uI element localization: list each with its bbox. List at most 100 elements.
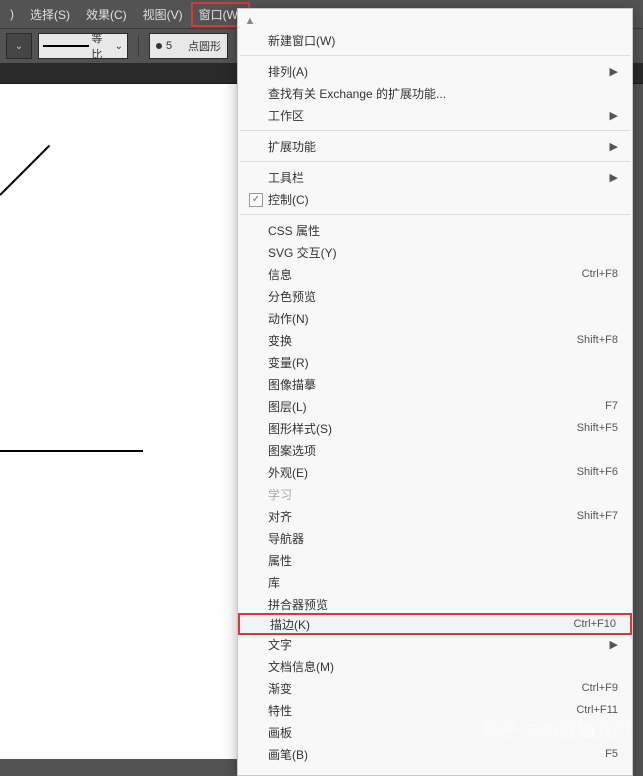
menu-entry-label: 图层(L) (268, 398, 605, 415)
chevron-down-icon: ⌄ (15, 41, 23, 52)
menu-entry[interactable]: 新建窗口(W) (238, 29, 632, 51)
menu-entry-label: 导航器 (268, 530, 618, 547)
menu-entry[interactable]: 分色预览 (238, 285, 632, 307)
menu-entry-label: 拼合器预览 (268, 596, 618, 613)
menu-entry[interactable]: 图案选项 (238, 439, 632, 461)
menu-separator (240, 130, 630, 131)
menu-entry-shortcut: Ctrl+F11 (576, 704, 618, 716)
divider (138, 35, 139, 57)
stroke-style-dropdown[interactable]: 等比 ⌄ (38, 33, 128, 59)
menu-entry[interactable]: 动作(N) (238, 307, 632, 329)
menu-entry-label: 库 (268, 574, 618, 591)
menu-entry-label: 描边(K) (270, 616, 574, 633)
menu-entry-label: 图案选项 (268, 442, 618, 459)
menu-entry[interactable]: 变换Shift+F8 (238, 329, 632, 351)
tool-dropdown-1[interactable]: ⌄ (6, 33, 32, 59)
menu-item-1[interactable]: 选择(S) (22, 2, 78, 27)
menu-entry-shortcut: Shift+F6 (577, 466, 618, 478)
menu-entry-label: 特性 (268, 702, 576, 719)
menu-entry-label: 外观(E) (268, 464, 577, 481)
menu-entry[interactable]: 特性Ctrl+F11 (238, 699, 632, 721)
menu-entry-shortcut: Shift+F7 (577, 510, 618, 522)
menu-entry-shortcut: F5 (605, 748, 618, 760)
menu-entry[interactable]: 外观(E)Shift+F6 (238, 461, 632, 483)
menu-entry[interactable]: 图层(L)F7 (238, 395, 632, 417)
menu-entry[interactable]: 变量(R) (238, 351, 632, 373)
menu-entry[interactable]: 文档信息(M) (238, 655, 632, 677)
menu-entry-label: 工具栏 (268, 169, 610, 186)
menu-entry[interactable]: ✓ 控制(C) (238, 188, 632, 210)
menu-entry-label: 学习 (268, 486, 618, 503)
canvas[interactable] (0, 84, 237, 759)
menu-entry-label: 动作(N) (268, 310, 618, 327)
submenu-arrow-icon: ▶ (610, 65, 618, 78)
menu-entry[interactable]: 拼合器预览 (238, 593, 632, 615)
menu-entry-label: 对齐 (268, 508, 577, 525)
point-dot-icon (156, 43, 162, 49)
menu-entry[interactable]: 信息Ctrl+F8 (238, 263, 632, 285)
menu-entry-label: 变量(R) (268, 354, 618, 371)
menu-entry-label: 新建窗口(W) (268, 32, 618, 49)
menu-entry-label: 图像描摹 (268, 376, 618, 393)
scroll-up-arrow[interactable]: ▲ (238, 13, 262, 29)
menu-entry-label: 变换 (268, 332, 577, 349)
menu-entry[interactable]: 描边(K)Ctrl+F10 (238, 613, 632, 635)
menu-entry-shortcut: Shift+F5 (577, 422, 618, 434)
menu-entry-label: 信息 (268, 266, 582, 283)
menu-entry[interactable]: 画板 (238, 721, 632, 743)
menu-separator (240, 55, 630, 56)
menu-separator (240, 161, 630, 162)
submenu-arrow-icon: ▶ (610, 109, 618, 122)
menu-entry[interactable]: 查找有关 Exchange 的扩展功能... (238, 82, 632, 104)
menu-item-0[interactable]: ) (2, 3, 22, 25)
menu-entry-shortcut: Ctrl+F8 (582, 268, 618, 280)
menu-entry[interactable]: 画笔(B)F5 (238, 743, 632, 765)
menu-entry[interactable]: 图像描摹 (238, 373, 632, 395)
menu-entry[interactable]: 库 (238, 571, 632, 593)
menu-entry-label: 工作区 (268, 107, 610, 124)
menu-entry-label: SVG 交互(Y) (268, 244, 618, 261)
stroke-ratio-label: 等比 (91, 30, 112, 62)
menu-entry-shortcut: Ctrl+F9 (582, 682, 618, 694)
chevron-down-icon: ⌄ (115, 41, 123, 52)
checkmark-icon: ✓ (249, 193, 263, 207)
menu-entry: 学习 (238, 483, 632, 505)
menu-entry-label: 查找有关 Exchange 的扩展功能... (268, 85, 618, 102)
menu-entry-label: 画板 (268, 724, 618, 741)
menu-entry-label: 属性 (268, 552, 618, 569)
canvas-line (0, 450, 143, 452)
menu-entry[interactable]: 文字▶ (238, 633, 632, 655)
menu-entry[interactable]: 工具栏▶ (238, 166, 632, 188)
menu-entry[interactable]: 渐变Ctrl+F9 (238, 677, 632, 699)
menu-entry-label: 画笔(B) (268, 746, 605, 763)
menu-entry[interactable]: 排列(A)▶ (238, 60, 632, 82)
check-column: ✓ (238, 191, 268, 207)
point-style-dropdown[interactable]: 5 点圆形 (149, 33, 228, 59)
point-label: 点圆形 (188, 38, 221, 54)
menu-entry-label: 渐变 (268, 680, 582, 697)
submenu-arrow-icon: ▶ (610, 171, 618, 184)
menu-entry[interactable]: CSS 属性 (238, 219, 632, 241)
menu-entry[interactable]: 导航器 (238, 527, 632, 549)
menu-item-2[interactable]: 效果(C) (78, 2, 135, 27)
menu-entry-label: 扩展功能 (268, 138, 610, 155)
menu-entry[interactable]: 对齐Shift+F7 (238, 505, 632, 527)
menu-entry-label: 图形样式(S) (268, 420, 577, 437)
menu-entry-shortcut: F7 (605, 400, 618, 412)
menu-entry[interactable]: 扩展功能▶ (238, 135, 632, 157)
menu-separator (240, 214, 630, 215)
menu-entry-label: 控制(C) (268, 191, 618, 208)
menu-entry-label: 排列(A) (268, 63, 610, 80)
menu-entry-label: 文档信息(M) (268, 658, 618, 675)
submenu-arrow-icon: ▶ (610, 638, 618, 651)
menu-item-3[interactable]: 视图(V) (135, 2, 191, 27)
stroke-line-preview (43, 45, 89, 47)
menu-entry[interactable]: 工作区▶ (238, 104, 632, 126)
canvas-line (0, 145, 50, 196)
menu-entry-label: 分色预览 (268, 288, 618, 305)
window-menu-dropdown: ▲ 新建窗口(W)排列(A)▶查找有关 Exchange 的扩展功能...工作区… (237, 8, 633, 776)
menu-entry[interactable]: SVG 交互(Y) (238, 241, 632, 263)
menu-entry[interactable]: 属性 (238, 549, 632, 571)
menu-entry[interactable]: 图形样式(S)Shift+F5 (238, 417, 632, 439)
point-value: 5 (166, 40, 184, 52)
